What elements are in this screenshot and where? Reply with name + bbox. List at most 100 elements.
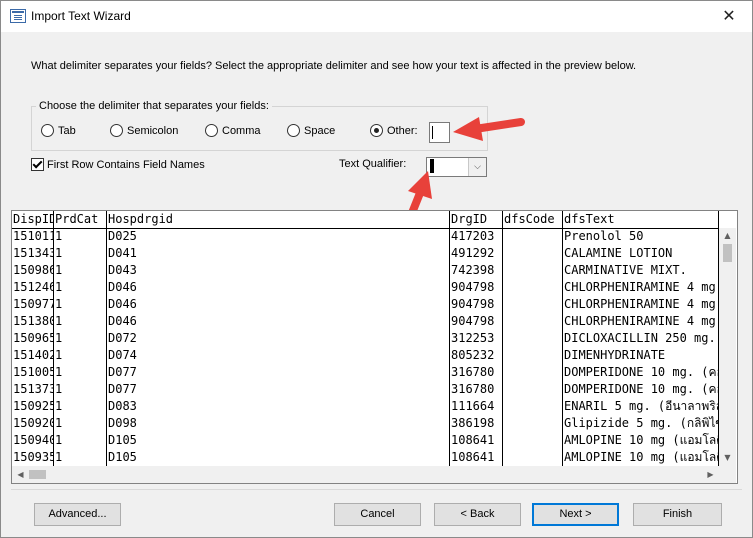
- cell-dispid: 151246: [13, 279, 54, 296]
- advanced-button[interactable]: Advanced...: [34, 503, 121, 526]
- cell-prdcat: 1: [54, 330, 107, 347]
- scrollbar-corner: [719, 466, 736, 483]
- cell-hospdrgid: D041: [107, 245, 450, 262]
- cell-hospdrgid: D098: [107, 415, 450, 432]
- first-row-field-names-checkbox[interactable]: First Row Contains Field Names: [31, 158, 205, 171]
- cancel-button[interactable]: Cancel: [334, 503, 421, 526]
- cell-hospdrgid: D025: [107, 228, 450, 245]
- cell-hospdrgid: D105: [107, 432, 450, 449]
- cell-dispid: 151373: [13, 381, 54, 398]
- cell-dfstext: CHLORPHENIRAMINE 4 mg.: [564, 279, 719, 296]
- table-row: 150986 1 D043 742398 CARMINATIVE MIXT.: [12, 262, 719, 279]
- cell-dispid: 151402: [13, 347, 54, 364]
- cell-hospdrgid: D046: [107, 279, 450, 296]
- radio-comma-label: Comma: [222, 124, 261, 137]
- vertical-scrollbar[interactable]: ▲ ▼: [719, 228, 736, 466]
- back-button[interactable]: < Back: [434, 503, 521, 526]
- cell-dispid: 151380: [13, 313, 54, 330]
- window-title: Import Text Wizard: [31, 9, 131, 23]
- cell-hospdrgid: D046: [107, 313, 450, 330]
- cell-drgid: 316780: [450, 364, 503, 381]
- next-button[interactable]: Next >: [532, 503, 619, 526]
- scroll-left-icon[interactable]: ◀: [12, 466, 29, 483]
- cell-dfscode: [503, 432, 563, 449]
- cell-dispid: 150925: [13, 398, 54, 415]
- import-text-wizard-window: Import Text Wizard ✕ What delimiter sepa…: [0, 0, 753, 538]
- wizard-app-icon: [10, 9, 26, 23]
- checkbox-checked-icon: [31, 158, 44, 171]
- radio-semicolon[interactable]: Semicolon: [110, 124, 178, 137]
- table-row: 150925 1 D083 111664 ENARIL 5 mg. (อีนาลาพริ…: [12, 398, 719, 415]
- vertical-scroll-thumb[interactable]: [723, 244, 732, 262]
- column-header: Hospdrgid: [107, 211, 450, 228]
- radio-circle: [110, 124, 123, 137]
- text-qualifier-combobox[interactable]: ⌵: [426, 157, 487, 177]
- scroll-right-icon[interactable]: ▶: [702, 466, 719, 483]
- cell-dispid: 150986: [13, 262, 54, 279]
- cell-dfscode: [503, 381, 563, 398]
- scroll-down-icon[interactable]: ▼: [719, 450, 736, 466]
- radio-comma[interactable]: Comma: [205, 124, 261, 137]
- column-header: dfsText: [563, 211, 719, 228]
- cell-dispid: 151343: [13, 245, 54, 262]
- cell-drgid: 491292: [450, 245, 503, 262]
- finish-button[interactable]: Finish: [633, 503, 722, 526]
- cell-dfscode: [503, 330, 563, 347]
- cell-hospdrgid: D074: [107, 347, 450, 364]
- cell-dfstext: CHLORPHENIRAMINE 4 mg.: [564, 296, 719, 313]
- cell-hospdrgid: D072: [107, 330, 450, 347]
- cell-dfstext: CARMINATIVE MIXT.: [563, 262, 719, 279]
- cell-drgid: 312253: [450, 330, 503, 347]
- cell-dfscode: [503, 347, 563, 364]
- cell-prdcat: 1: [54, 432, 107, 449]
- cell-dfstext: DICLOXACILLIN 250 mg.: [563, 330, 719, 347]
- radio-other-label: Other:: [387, 124, 418, 137]
- delimiter-group-legend: Choose the delimiter that separates your…: [36, 100, 272, 112]
- cell-dfstext: CALAMINE LOTION: [563, 245, 719, 262]
- preview-grid[interactable]: DispID PrdCat Hospdrgid DrgID dfsCode dfsText…: [11, 210, 738, 484]
- table-row: 150935 1 D105 108641 AMLOPINE 10 mg (แอมโลดี: [12, 449, 719, 466]
- horizontal-scrollbar[interactable]: ◀ ▶: [12, 466, 719, 483]
- radio-tab[interactable]: Tab: [41, 124, 76, 137]
- title-bar: Import Text Wizard ✕: [1, 1, 752, 32]
- table-row: 151380 1 D046 904798 CHLORPHENIRAMINE 4 mg.: [12, 313, 719, 330]
- cell-drgid: 108641: [450, 449, 503, 466]
- scroll-up-icon[interactable]: ▲: [719, 228, 736, 244]
- cell-dfscode: [503, 279, 563, 296]
- close-icon[interactable]: ✕: [716, 5, 742, 27]
- horizontal-scroll-thumb[interactable]: [29, 470, 46, 479]
- cell-dfscode: [503, 415, 563, 432]
- cell-drgid: 386198: [450, 415, 503, 432]
- cell-dispid: 151005: [13, 364, 54, 381]
- cell-drgid: 904798: [450, 296, 503, 313]
- radio-circle-selected: [370, 124, 383, 137]
- table-row: 150920 1 D098 386198 Glipizide 5 mg. (กลิพิไ…: [12, 415, 719, 432]
- cell-hospdrgid: D105: [107, 449, 450, 466]
- cell-dfscode: [503, 313, 563, 330]
- cell-dfstext: CHLORPHENIRAMINE 4 mg.: [564, 313, 719, 330]
- other-delimiter-input[interactable]: [429, 122, 450, 143]
- cell-prdcat: 1: [54, 398, 107, 415]
- chevron-down-icon[interactable]: ⌵: [468, 158, 486, 176]
- cell-prdcat: 1: [54, 245, 107, 262]
- cell-drgid: 805232: [450, 347, 503, 364]
- cell-dfscode: [503, 398, 563, 415]
- cell-prdcat: 1: [54, 228, 107, 245]
- cell-drgid: 417203: [450, 228, 503, 245]
- cell-hospdrgid: D043: [107, 262, 450, 279]
- table-row: 151343 1 D041 491292 CALAMINE LOTION: [12, 245, 719, 262]
- cell-drgid: 904798: [450, 279, 503, 296]
- table-row: 151402 1 D074 805232 DIMENHYDRINATE: [12, 347, 719, 364]
- cell-dfscode: [503, 228, 563, 245]
- radio-circle: [287, 124, 300, 137]
- column-header: dfsCode: [503, 211, 563, 228]
- radio-space[interactable]: Space: [287, 124, 335, 137]
- cell-dfstext: AMLOPINE 10 mg (แอมโลดี: [564, 449, 719, 466]
- cell-dfstext: DOMPERIDONE 10 mg. (คอ: [564, 364, 719, 381]
- table-row: 150965 1 D072 312253 DICLOXACILLIN 250 mg.: [12, 330, 719, 347]
- table-row: 151246 1 D046 904798 CHLORPHENIRAMINE 4 mg.: [12, 279, 719, 296]
- radio-other[interactable]: Other:: [370, 124, 418, 137]
- cell-dispid: 150920: [13, 415, 54, 432]
- table-row: 151011 1 D025 417203 Prenolol 50: [12, 228, 719, 245]
- annotation-arrow-right-icon: [453, 117, 525, 141]
